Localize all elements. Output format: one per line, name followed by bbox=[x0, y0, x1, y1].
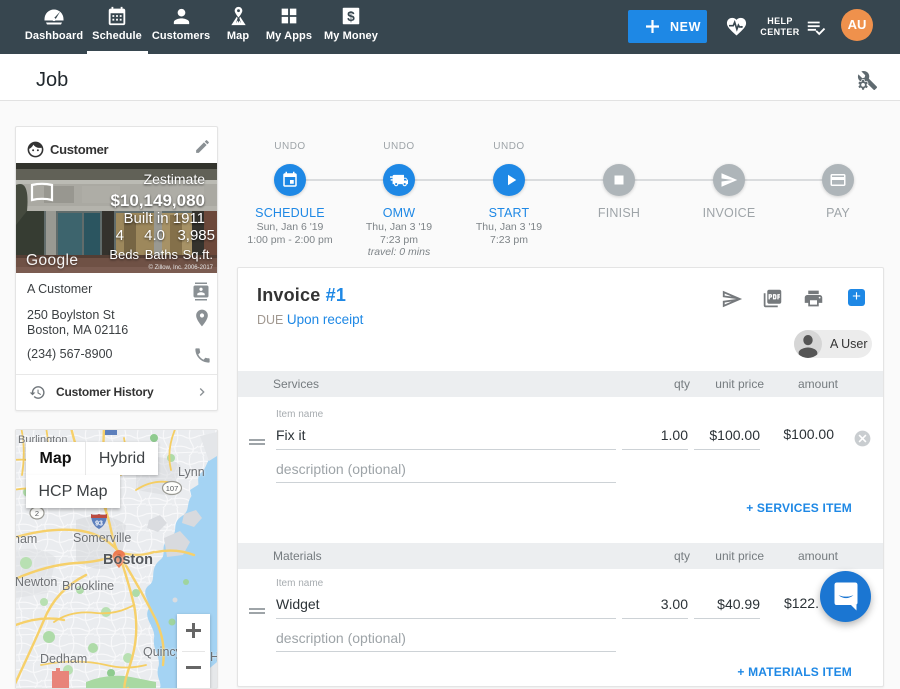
svg-text:Lynn: Lynn bbox=[178, 465, 205, 479]
svg-text:Somerville: Somerville bbox=[73, 531, 131, 545]
svg-text:107: 107 bbox=[166, 484, 179, 493]
svg-text:$: $ bbox=[347, 9, 355, 24]
svg-text:Hi: Hi bbox=[210, 650, 217, 664]
svg-text:2: 2 bbox=[35, 509, 39, 518]
svg-text:ham: ham bbox=[16, 532, 37, 546]
svg-text:Dedham: Dedham bbox=[40, 652, 87, 666]
svg-text:Boston: Boston bbox=[103, 552, 153, 568]
svg-text:Brookline: Brookline bbox=[62, 579, 114, 593]
svg-text:93: 93 bbox=[95, 521, 103, 528]
svg-text:Newton: Newton bbox=[16, 575, 57, 589]
